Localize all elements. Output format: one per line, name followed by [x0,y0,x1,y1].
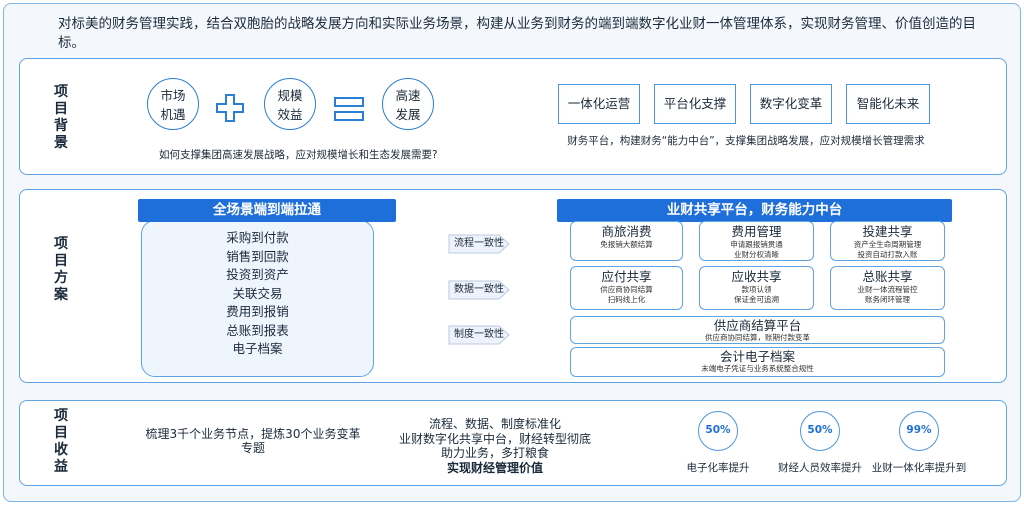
intro-text: 对标美的财务管理实践，结合双胞胎的战略发展方向和实际业务场景，构建从业务到财务的… [58,16,976,51]
list-item: 关联交易 [232,285,283,301]
arrow-process: 流程一致性 [448,234,510,254]
arrow-policy: 制度一致性 [448,325,510,345]
circle-growth: 高速 发展 [382,78,434,130]
list-item: 采购到付款 [226,230,289,245]
benefit-panel: 项目收益 梳理3千个业务节点，提炼30个业务变革专题 流程、数据、制度标准化 业… [19,400,1007,486]
metric-value-1: 50% [698,411,738,451]
metric-value-3: 99% [899,411,939,451]
cell-investment: 投建共享 资产全生命周期管理 投资自动打款入账 [830,221,945,261]
solution-panel: 项目方案 采购到付款 销售到回款 投资到资产 关联交易 费用到报销 总账到报表 … [19,189,1007,383]
metric-label-2: 财经人员效率提升 [778,462,862,474]
cell-receivable: 应收共享 款项认领 保证金可追溯 [699,266,814,310]
box-platform: 平台化支撑 [654,84,736,124]
metric-label-3: 业财一体化率提升到 [871,462,967,474]
list-item: 总账到报表 [226,322,289,338]
left-header: 全场景端到端拉通 [138,199,396,222]
cell-expense: 费用管理 申请跟报销贯通 业财分权清晰 [699,221,814,261]
boxes-caption: 财务平台，构建财务“能力中台”，支撑集团战略发展，应对规模增长管理需求 [567,135,925,147]
cell-payable: 应付共享 供应商协同结算 扫码线上化 [570,266,683,310]
box-intelligent: 智能化未来 [846,84,930,124]
solution-title: 项目方案 [54,236,68,303]
list-item: 电子档案 [232,341,283,356]
metric-value-2: 50% [800,411,840,451]
left-scenario-list: 采购到付款 销售到回款 投资到资产 关联交易 费用到报销 总账到报表 电子档案 [141,220,374,377]
arrow-data: 数据一致性 [448,280,510,300]
list-item: 费用到报销 [226,304,289,319]
circle-scale: 规模 效益 [264,78,316,130]
plus-icon [216,94,244,122]
cell-e-archive: 会计电子档案 末端电子凭证与业务系统整合规性 [570,347,945,377]
list-item: 投资到资产 [226,267,289,282]
equals-icon [334,97,364,121]
background-question: 如何支撑集团高速发展战略，应对规模增长和生态发展需要? [159,149,438,161]
cell-supplier-platform: 供应商结算平台 供应商协同结算，账期付款变革 [570,316,945,344]
box-digital: 数字化变革 [750,84,832,124]
background-title: 项目背景 [54,84,68,151]
benefit-text-standardize: 流程、数据、制度标准化 业财数字化共享中台，财经转型彻底 助力业务，多打粮食 实… [398,417,591,475]
circle-market: 市场 机遇 [147,78,199,130]
right-header: 业财共享平台，财务能力中台 [557,199,952,222]
background-panel: 项目背景 市场 机遇 规模 效益 高速 发展 如何支撑集团高速发展战略，应对规模… [19,58,1007,175]
metric-label-1: 电子化率提升 [686,462,750,474]
cell-travel: 商旅消费 免报销大额结算 [570,221,683,261]
cell-ledger: 总账共享 业财一体流程管控 账务闭环管理 [830,266,945,310]
list-item: 销售到回款 [226,248,289,264]
benefit-text-nodes: 梳理3千个业务节点，提炼30个业务变革专题 [145,427,361,455]
box-integrated-ops: 一体化运营 [558,84,640,124]
benefit-title: 项目收益 [54,408,68,475]
